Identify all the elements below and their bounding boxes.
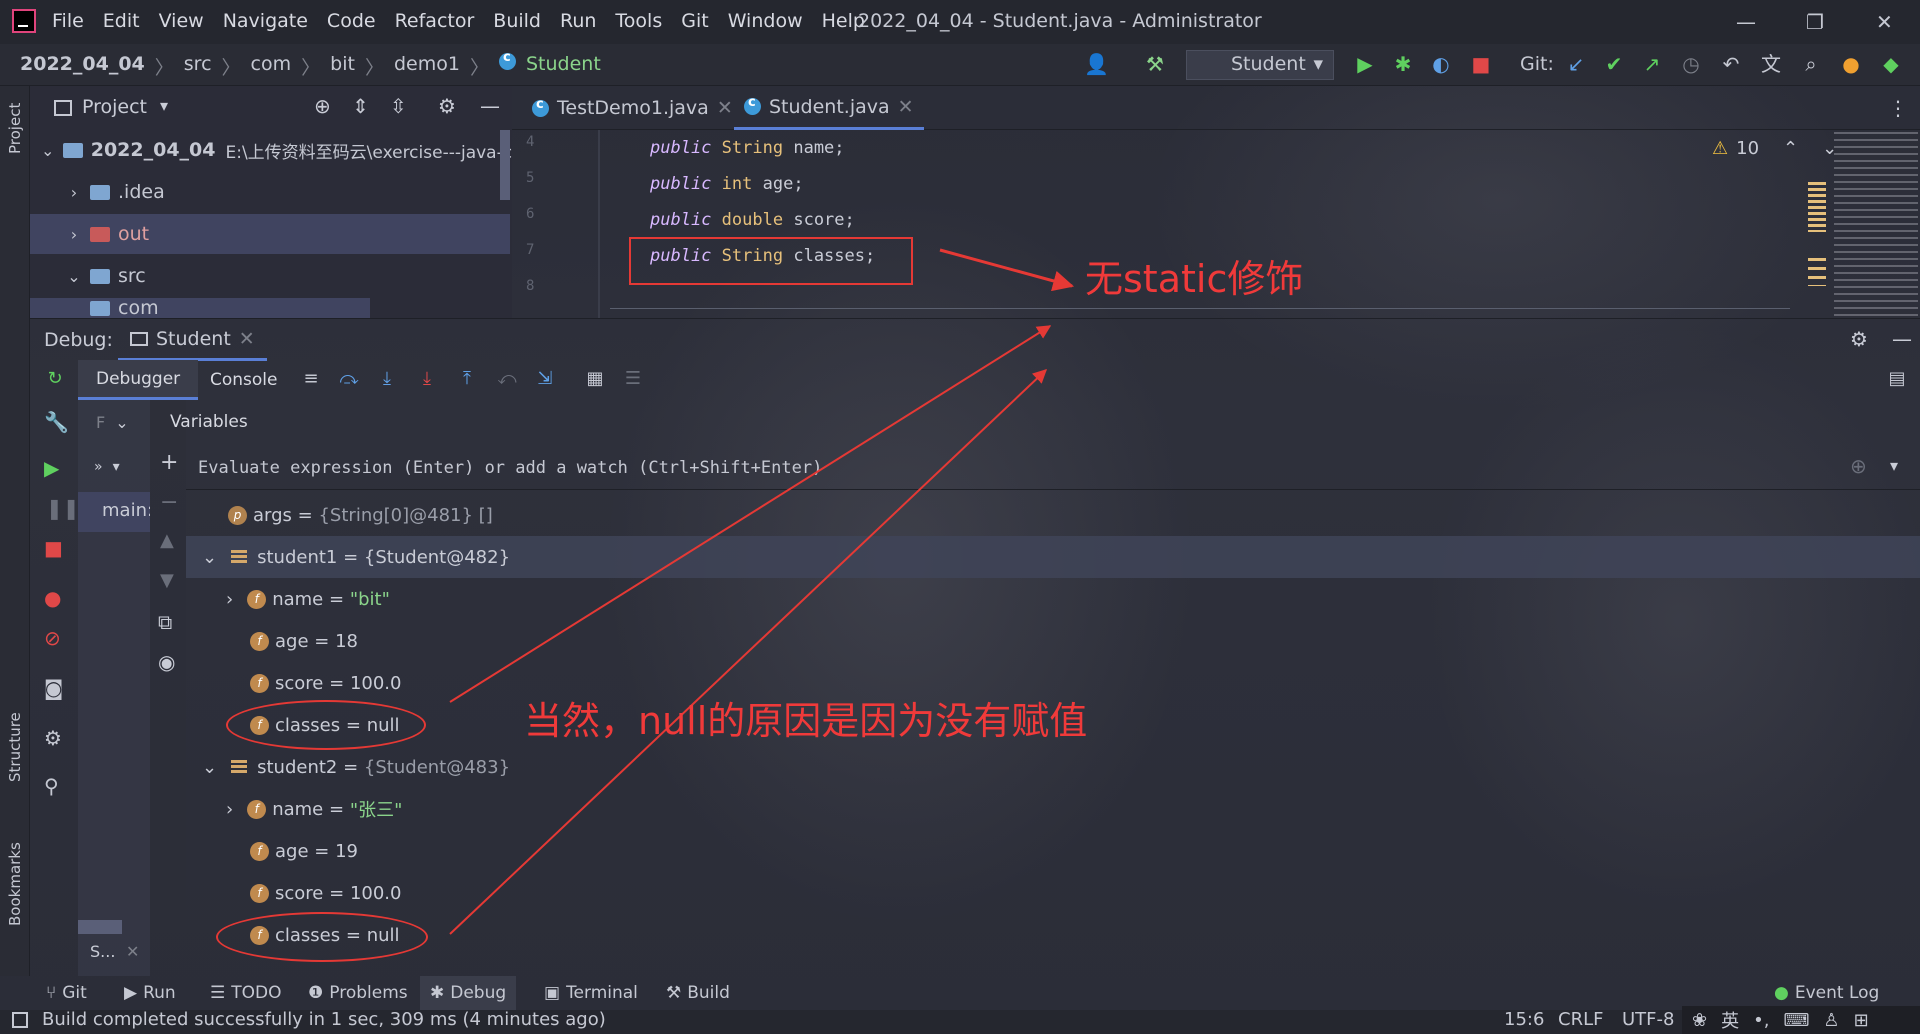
tool-tab-git[interactable]: ⑂ Git: [36, 976, 97, 1010]
status-layout-icon[interactable]: [12, 1012, 28, 1028]
arrow-from-s1: [449, 325, 1052, 703]
status-bar: Build completed successfully in 1 sec, 3…: [0, 1006, 1920, 1034]
grid-icon[interactable]: ⊞: [1854, 1010, 1869, 1031]
list-icon: ☰: [210, 983, 226, 1003]
event-log-icon: ●: [1774, 983, 1789, 1003]
tool-window-tabs: ⑂ Git ▶ Run ☰ TODO ❶ Problems ✱ Debug ▣ Termin…: [30, 976, 1920, 1010]
file-encoding[interactable]: UTF-8: [1622, 1009, 1674, 1030]
tool-tab-event-log[interactable]: ● Event Log: [1764, 976, 1889, 1010]
punctuation-icon[interactable]: •,: [1753, 1010, 1769, 1031]
terminal-icon: ▣: [544, 983, 561, 1003]
tool-tab-run[interactable]: ▶ Run: [114, 976, 186, 1010]
keyboard-icon[interactable]: ⌨: [1783, 1010, 1809, 1031]
run-icon: ▶: [124, 983, 138, 1003]
git-branch-icon: ⑂: [46, 983, 57, 1003]
annotation-arrows: [449, 248, 1075, 935]
tool-tab-terminal[interactable]: ▣ Terminal: [534, 976, 648, 1010]
tool-tab-todo[interactable]: ☰ TODO: [200, 976, 292, 1010]
build-hammer-icon: ⚒: [666, 983, 682, 1003]
info-icon: ❶: [308, 983, 324, 1003]
arrow-from-s2: [449, 369, 1048, 935]
status-message: Build completed successfully in 1 sec, 3…: [42, 1009, 606, 1030]
ime-language[interactable]: 英: [1721, 1007, 1739, 1033]
annotation-null-reason: 当然，null的原因是因为没有赋值: [524, 699, 1088, 743]
ime-tray: ❀ 英 •, ⌨ ♙ ⊞: [1682, 1006, 1920, 1034]
line-separator[interactable]: CRLF: [1558, 1009, 1603, 1030]
paw-icon[interactable]: ❀: [1692, 1010, 1707, 1031]
caret-position[interactable]: 15:6: [1504, 1009, 1544, 1030]
annotation-no-static: 无static修饰: [1085, 257, 1304, 301]
debug-bug-icon: ✱: [430, 983, 445, 1003]
tool-tab-debug[interactable]: ✱ Debug: [420, 976, 517, 1010]
user-icon[interactable]: ♙: [1823, 1010, 1839, 1031]
arrow-to-no-static: [939, 248, 1075, 292]
tool-tab-problems[interactable]: ❶ Problems: [298, 976, 418, 1010]
tool-tab-build[interactable]: ⚒ Build: [656, 976, 740, 1010]
